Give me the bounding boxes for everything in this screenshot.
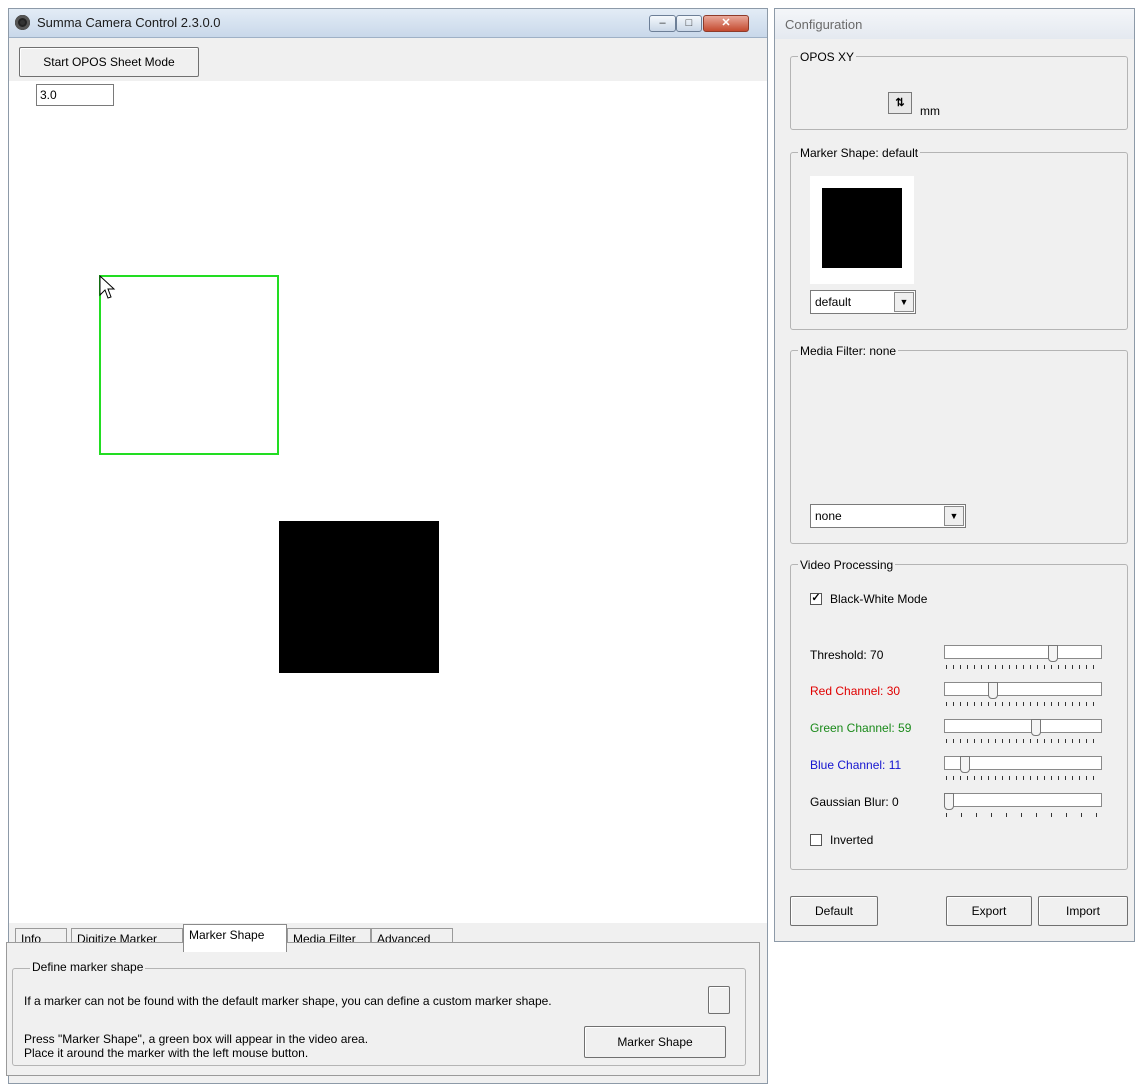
config-title-bar[interactable]: Configuration <box>775 9 1134 39</box>
mouse-cursor-icon <box>99 275 116 299</box>
maximize-button[interactable]: □ <box>676 15 702 32</box>
red-channel-label: Red Channel: 30 <box>810 684 901 698</box>
close-button[interactable]: ✕ <box>703 15 749 32</box>
help-text: Place it around the marker with the left… <box>24 1046 309 1060</box>
default-button[interactable]: Default <box>790 896 878 926</box>
slider-ticks <box>946 813 1100 817</box>
opos-xy-group <box>790 56 1128 130</box>
config-title: Configuration <box>785 17 863 32</box>
red-channel-slider[interactable] <box>944 682 1104 706</box>
gaussian-blur-slider[interactable] <box>944 793 1104 817</box>
slider-ticks <box>946 739 1100 743</box>
slider-ticks <box>946 702 1100 706</box>
slider-thumb[interactable] <box>944 793 954 810</box>
group-legend: Media Filter: none <box>798 344 899 358</box>
title-bar[interactable]: Summa Camera Control 2.3.0.0 – □ ✕ <box>9 9 767 38</box>
select-value: default <box>815 295 852 309</box>
green-channel-label: Green Channel: 59 <box>810 721 912 735</box>
group-legend: Video Processing <box>798 558 896 572</box>
marker-shape-preview <box>810 176 914 284</box>
slider-thumb[interactable] <box>1031 719 1042 736</box>
import-button[interactable]: Import <box>1038 896 1128 926</box>
blue-channel-label: Blue Channel: 11 <box>810 758 902 772</box>
select-value: none <box>815 509 842 523</box>
video-processing-group <box>790 564 1128 870</box>
video-area[interactable] <box>9 81 767 923</box>
inverted-label: Inverted <box>830 833 874 847</box>
help-text: Press "Marker Shape", a green box will a… <box>24 1032 369 1046</box>
slider-thumb[interactable] <box>960 756 971 773</box>
dropdown-arrow-icon[interactable]: ▼ <box>894 292 914 312</box>
camera-app-icon <box>15 15 30 30</box>
slider-ticks <box>946 665 1100 669</box>
opos-xy-input[interactable] <box>36 84 114 106</box>
main-window: Summa Camera Control 2.3.0.0 – □ ✕ Start… <box>8 8 768 1084</box>
export-button[interactable]: Export <box>946 896 1032 926</box>
inverted-checkbox[interactable] <box>810 834 822 846</box>
group-legend: Marker Shape: default <box>798 146 921 160</box>
slider-track <box>944 682 1102 696</box>
blue-channel-slider[interactable] <box>944 756 1104 780</box>
start-opos-sheet-mode-button[interactable]: Start OPOS Sheet Mode <box>19 47 199 77</box>
spin-button-icon[interactable]: ⇅ <box>888 92 912 114</box>
media-filter-select[interactable]: none ▼ <box>810 504 966 528</box>
slider-track <box>944 645 1102 659</box>
group-legend: Define marker shape <box>30 960 146 974</box>
black-white-label: Black-White Mode <box>830 592 928 606</box>
marker-shape-square <box>822 188 902 268</box>
marker-image <box>279 521 439 673</box>
marker-selection-box[interactable] <box>99 275 279 455</box>
tab-marker-shape[interactable]: Marker Shape <box>183 924 287 952</box>
black-white-checkbox[interactable]: ✓ <box>810 593 822 605</box>
marker-shape-select[interactable]: default ▼ <box>810 290 916 314</box>
slider-thumb[interactable] <box>988 682 999 699</box>
dropdown-arrow-icon[interactable]: ▼ <box>944 506 964 526</box>
green-channel-slider[interactable] <box>944 719 1104 743</box>
gaussian-blur-label: Gaussian Blur: 0 <box>810 795 899 809</box>
slider-track <box>944 719 1102 733</box>
threshold-slider[interactable] <box>944 645 1104 669</box>
window-title: Summa Camera Control 2.3.0.0 <box>37 15 221 30</box>
slider-thumb[interactable] <box>1047 645 1058 662</box>
slider-track <box>944 793 1102 807</box>
group-legend: OPOS XY <box>798 50 857 64</box>
unit-label: mm <box>920 104 940 118</box>
help-text: If a marker can not be found with the de… <box>24 994 552 1008</box>
slider-ticks <box>946 776 1100 780</box>
small-button[interactable] <box>708 986 730 1014</box>
minimize-button[interactable]: – <box>649 15 676 32</box>
threshold-label: Threshold: 70 <box>810 648 884 662</box>
marker-shape-button[interactable]: Marker Shape <box>584 1026 726 1058</box>
